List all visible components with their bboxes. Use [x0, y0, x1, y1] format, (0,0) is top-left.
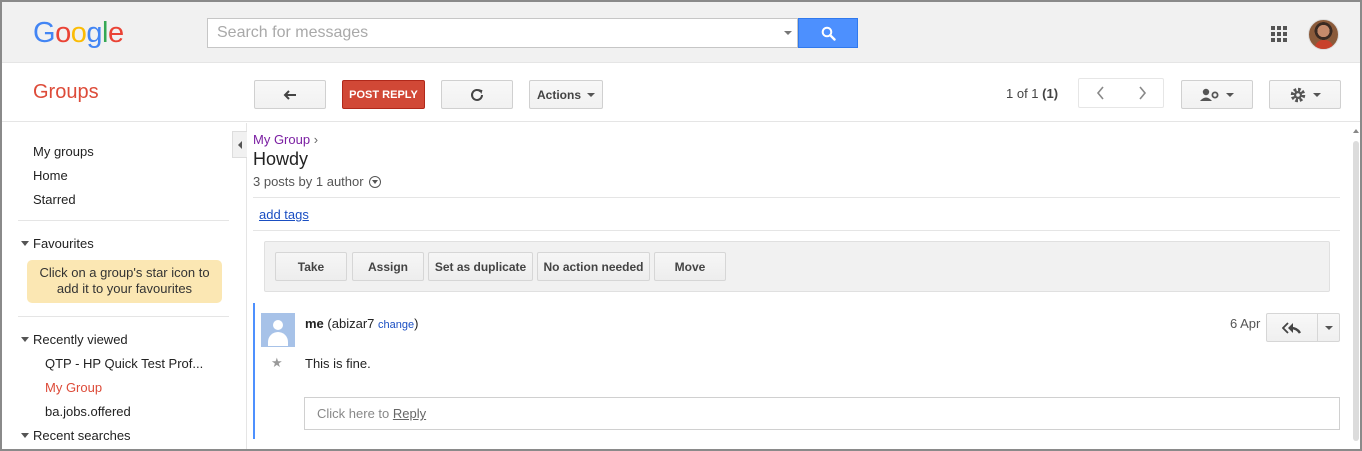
- pager-status: 1 of 1 (1): [1006, 86, 1058, 101]
- apps-grid-icon[interactable]: [1271, 26, 1287, 42]
- member-settings-button[interactable]: [1181, 80, 1253, 109]
- reply-link[interactable]: Reply: [393, 406, 426, 421]
- thread-indicator: [253, 303, 255, 439]
- topic-actions-panel: Take Assign Set as duplicate No action n…: [264, 241, 1330, 292]
- reply-all-icon: [1282, 321, 1302, 334]
- recent-searches-header[interactable]: Recent searches: [33, 428, 131, 443]
- search-input[interactable]: [208, 19, 768, 47]
- sidebar-item-home[interactable]: Home: [33, 168, 68, 183]
- google-logo[interactable]: Google: [33, 17, 124, 50]
- change-link[interactable]: change: [378, 319, 414, 331]
- chevron-down-icon: [1324, 325, 1333, 330]
- divider: [18, 220, 229, 221]
- actions-label: Actions: [536, 87, 581, 102]
- reply-options-button[interactable]: [1318, 314, 1339, 341]
- person-settings-icon: [1200, 88, 1219, 101]
- actions-dropdown[interactable]: Actions: [529, 80, 603, 109]
- post-reply-button[interactable]: POST REPLY: [342, 80, 425, 109]
- no-action-needed-button[interactable]: No action needed: [537, 252, 650, 281]
- sidebar: My groups Home Starred Favourites Click …: [2, 123, 247, 449]
- top-bar: Google: [2, 2, 1360, 63]
- divider: [253, 230, 1340, 231]
- chevron-down-icon: [1226, 92, 1234, 97]
- reply-all-button[interactable]: [1267, 314, 1318, 341]
- recent-item-qtp[interactable]: QTP - HP Quick Test Prof...: [45, 356, 203, 371]
- posts-info[interactable]: 3 posts by 1 author: [253, 174, 381, 189]
- star-icon[interactable]: ★: [271, 355, 283, 371]
- settings-button[interactable]: [1269, 80, 1341, 109]
- add-tags-link[interactable]: add tags: [259, 207, 309, 222]
- divider: [18, 316, 229, 317]
- refresh-button[interactable]: [441, 80, 513, 109]
- collapse-sidebar-button[interactable]: [232, 131, 247, 158]
- take-button[interactable]: Take: [275, 252, 347, 281]
- previous-button[interactable]: [1079, 79, 1121, 107]
- recent-item-ba-jobs[interactable]: ba.jobs.offered: [45, 404, 131, 419]
- author-handle-close: ): [414, 316, 419, 331]
- reply-split-button: [1266, 313, 1340, 342]
- favourites-hint: Click on a group's star icon to add it t…: [27, 260, 222, 303]
- author-avatar[interactable]: [261, 313, 295, 347]
- search-box[interactable]: [207, 18, 798, 48]
- breadcrumb: My Group ›: [253, 132, 318, 147]
- gear-icon: [1290, 87, 1306, 102]
- logo-letter: G: [33, 17, 56, 49]
- app-title[interactable]: Groups: [33, 81, 99, 104]
- expand-circle-icon[interactable]: [368, 175, 381, 188]
- breadcrumb-separator: ›: [313, 132, 319, 147]
- post-body: This is fine.: [305, 356, 371, 371]
- scrollbar[interactable]: [1352, 123, 1360, 449]
- author-handle: (abizar7: [327, 316, 375, 331]
- sidebar-item-my-groups[interactable]: My groups: [33, 144, 94, 159]
- assign-button[interactable]: Assign: [352, 252, 424, 281]
- posts-count-text: 3 posts by 1 author: [253, 174, 364, 189]
- topic-title: Howdy: [253, 149, 309, 169]
- post-author: me (abizar7 change): [305, 316, 418, 331]
- chevron-down-icon: [587, 92, 595, 97]
- scroll-up-icon[interactable]: [1353, 129, 1359, 133]
- breadcrumb-group-link[interactable]: My Group: [253, 132, 310, 147]
- reply-box[interactable]: Click here to Reply: [304, 397, 1340, 430]
- author-name[interactable]: me: [305, 316, 324, 331]
- recent-item-my-group[interactable]: My Group: [45, 380, 102, 395]
- search-icon: [821, 26, 836, 41]
- post-date: 6 Apr: [1230, 316, 1261, 331]
- collapse-triangle-icon[interactable]: [21, 241, 29, 246]
- chevron-down-icon: [1313, 92, 1321, 97]
- pager: [1078, 78, 1164, 108]
- app-window: Google Groups POST REPLY: [0, 0, 1362, 451]
- set-as-duplicate-button[interactable]: Set as duplicate: [428, 252, 533, 281]
- sidebar-item-starred[interactable]: Starred: [33, 192, 76, 207]
- reply-prompt: Click here to: [317, 406, 393, 421]
- favourites-header[interactable]: Favourites: [33, 236, 94, 251]
- account-avatar[interactable]: [1308, 19, 1339, 50]
- back-button[interactable]: [254, 80, 326, 109]
- refresh-icon: [471, 88, 483, 101]
- toolbar: Groups POST REPLY Actions 1 of 1 (1): [2, 64, 1360, 122]
- recently-viewed-header[interactable]: Recently viewed: [33, 332, 128, 347]
- logo-letter: o: [70, 17, 87, 49]
- search-button[interactable]: [798, 18, 858, 48]
- scrollbar-thumb[interactable]: [1353, 141, 1359, 441]
- divider: [253, 197, 1340, 198]
- collapse-triangle-icon[interactable]: [21, 337, 29, 342]
- logo-letter: o: [55, 17, 71, 49]
- search-options-caret-icon[interactable]: [784, 31, 792, 35]
- collapse-triangle-icon[interactable]: [21, 433, 29, 438]
- pager-range: 1 of 1: [1006, 86, 1043, 101]
- back-arrow-icon: [283, 89, 296, 100]
- move-button[interactable]: Move: [654, 252, 726, 281]
- logo-letter: e: [107, 17, 124, 49]
- logo-letter: g: [86, 17, 102, 49]
- chevron-left-icon: [1096, 86, 1104, 100]
- next-button[interactable]: [1121, 79, 1163, 107]
- pager-count: (1): [1042, 86, 1059, 101]
- chevron-right-icon: [1138, 86, 1146, 100]
